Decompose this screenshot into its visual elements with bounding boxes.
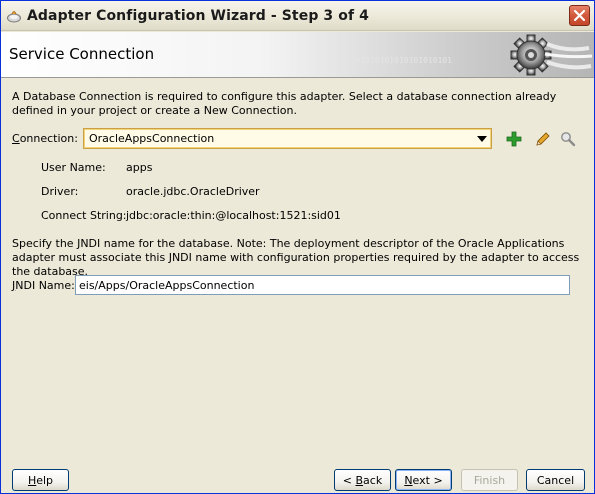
jndi-description: Specify the JNDI name for the database. … bbox=[12, 237, 580, 278]
gear-logo-icon bbox=[510, 34, 593, 76]
close-icon bbox=[573, 9, 586, 22]
window-title: Adapter Configuration Wizard - Step 3 of… bbox=[27, 7, 369, 24]
binary-watermark: 0101010101010101010101 bbox=[346, 56, 452, 65]
pencil-icon bbox=[536, 132, 550, 146]
driver-value: oracle.jdbc.OracleDriver bbox=[126, 185, 260, 198]
connection-selected-value: OracleAppsConnection bbox=[89, 132, 215, 145]
jndi-name-input[interactable] bbox=[75, 275, 570, 295]
oracle-wizard-icon bbox=[6, 8, 22, 24]
connect-string-label: Connect String: bbox=[41, 209, 127, 222]
driver-label: Driver: bbox=[41, 185, 79, 198]
connection-label: Connection: bbox=[12, 132, 78, 145]
connection-select[interactable]: OracleAppsConnection bbox=[83, 128, 492, 149]
intro-text: A Database Connection is required to con… bbox=[12, 90, 557, 117]
jndi-label: JNDI Name: bbox=[12, 279, 75, 292]
help-button[interactable]: Help bbox=[12, 469, 69, 491]
close-button[interactable] bbox=[569, 5, 590, 26]
magnifier-icon bbox=[561, 132, 576, 147]
title-bar[interactable]: Adapter Configuration Wizard - Step 3 of… bbox=[1, 1, 594, 31]
next-button[interactable]: Next > bbox=[395, 469, 452, 491]
browse-connection-button[interactable] bbox=[558, 129, 578, 149]
wizard-window: Adapter Configuration Wizard - Step 3 of… bbox=[0, 0, 595, 494]
header-panel: Service Connection 010101010101010101010… bbox=[1, 32, 594, 78]
chevron-down-icon[interactable] bbox=[473, 129, 491, 148]
cancel-button[interactable]: Cancel bbox=[526, 469, 585, 491]
page-title: Service Connection bbox=[9, 45, 155, 63]
user-name-label: User Name: bbox=[41, 161, 106, 174]
add-connection-button[interactable] bbox=[504, 129, 524, 149]
finish-button: Finish bbox=[461, 469, 518, 491]
add-icon bbox=[506, 131, 522, 147]
back-button[interactable]: < Back bbox=[334, 469, 391, 491]
connect-string-value: jdbc:oracle:thin:@localhost:1521:sid01 bbox=[126, 209, 341, 222]
edit-connection-button[interactable] bbox=[533, 129, 553, 149]
user-name-value: apps bbox=[126, 161, 153, 174]
